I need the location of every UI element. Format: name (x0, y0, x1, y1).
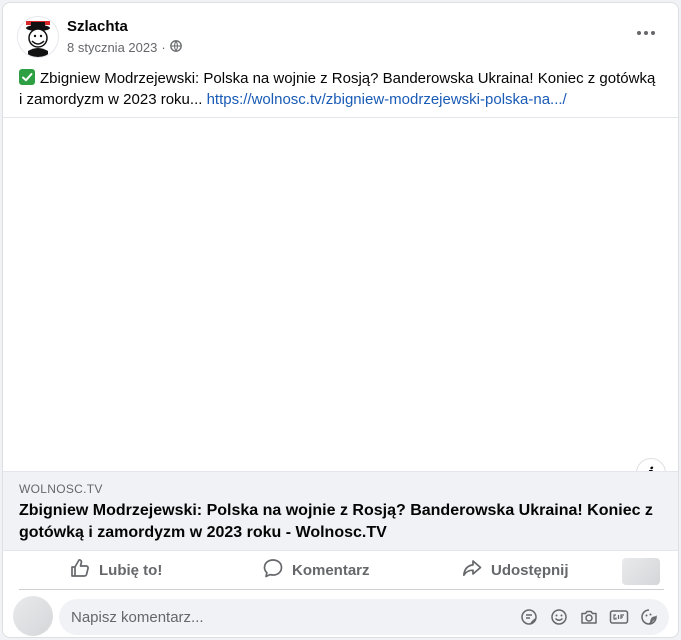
speech-bubble-icon (262, 557, 284, 583)
more-options-icon[interactable] (634, 23, 658, 43)
check-mark-icon (19, 69, 35, 85)
media-area[interactable] (3, 117, 678, 472)
preview-domain: WOLNOSC.TV (19, 482, 103, 496)
reaction-avatar-blurred[interactable] (622, 558, 660, 585)
link-preview[interactable]: WOLNOSC.TV Zbigniew Modrzejewski: Polska… (3, 471, 678, 551)
comment-input[interactable]: Napisz komentarz... (59, 599, 669, 635)
post-meta: 8 stycznia 2023 · (67, 40, 182, 55)
emoji-icon[interactable] (549, 607, 569, 627)
share-label: Udostępnij (491, 561, 569, 579)
author-name[interactable]: Szlachta (67, 18, 128, 35)
camera-icon[interactable] (579, 607, 599, 627)
post-date[interactable]: 8 stycznia 2023 (67, 40, 157, 55)
divider (19, 589, 664, 590)
comment-button[interactable]: Komentarz (262, 556, 370, 584)
preview-title[interactable]: Zbigniew Modrzejewski: Polska na wojnie … (19, 500, 659, 544)
like-label: Lubię to! (99, 561, 163, 579)
avatar[interactable] (13, 596, 53, 636)
like-button[interactable]: Lubię to! (69, 556, 162, 584)
gif-icon[interactable] (609, 607, 629, 627)
page-avatar[interactable] (17, 16, 59, 58)
comment-placeholder: Napisz komentarz... (71, 609, 204, 626)
meta-separator: · (161, 40, 166, 55)
post-header: Szlachta 8 stycznia 2023 · (3, 3, 678, 63)
comment-label: Komentarz (292, 561, 370, 579)
share-arrow-icon (461, 557, 483, 583)
share-button[interactable]: Udostępnij (461, 556, 569, 584)
post-text: Zbigniew Modrzejewski: Polska na wojnie … (19, 68, 659, 110)
thumbs-up-icon (69, 557, 91, 583)
comment-tools (519, 607, 659, 627)
post-link[interactable]: https://wolnosc.tv/zbigniew-modrzejewski… (207, 91, 567, 108)
sticker-icon[interactable] (519, 607, 539, 627)
action-bar: Lubię to! Komentarz Udostępnij (3, 550, 678, 590)
post-card: Szlachta 8 stycznia 2023 · Zbigniew Modr… (2, 2, 679, 638)
globe-icon (169, 40, 182, 55)
sticker-face-icon[interactable] (639, 607, 659, 627)
